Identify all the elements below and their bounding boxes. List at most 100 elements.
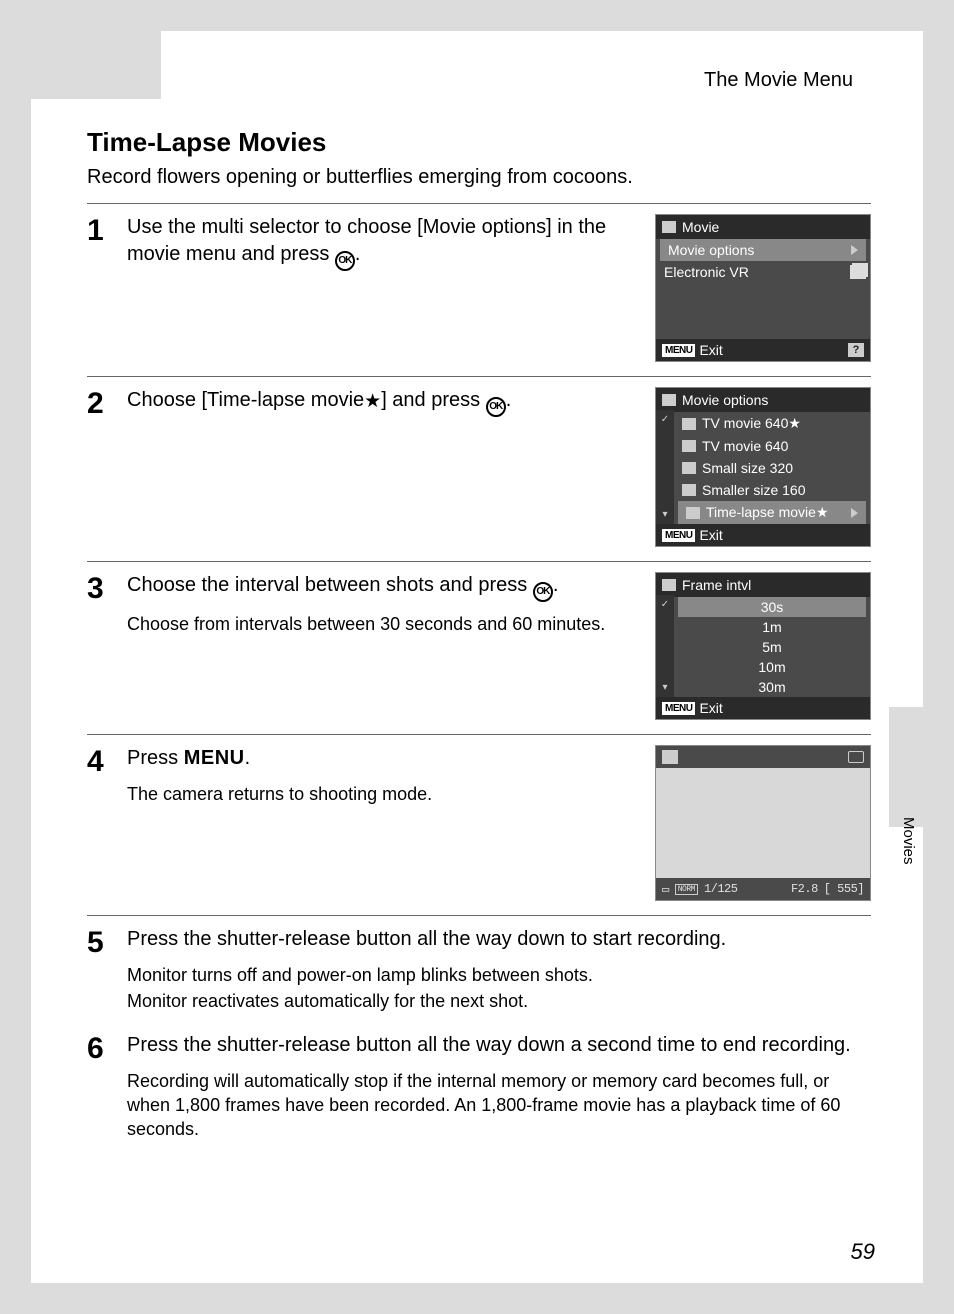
screen-title: Movie options bbox=[682, 392, 768, 408]
page-subtitle: Record flowers opening or butterflies em… bbox=[87, 166, 871, 189]
screen-footer: MENU Exit bbox=[656, 524, 870, 546]
step-number: 6 bbox=[87, 1032, 127, 1064]
ok-icon: OK bbox=[533, 582, 553, 602]
step-6: 6 Press the shutter-release button all t… bbox=[87, 1028, 871, 1156]
screen-header: Movie options bbox=[656, 388, 870, 412]
side-label: Movies bbox=[900, 817, 917, 865]
step-3: 3 Choose the interval between shots and … bbox=[87, 561, 871, 734]
memory-icon bbox=[848, 751, 864, 763]
screen-title: Frame intvl bbox=[682, 577, 751, 593]
text-part: . bbox=[506, 389, 512, 411]
aperture-value: F2.8 bbox=[791, 882, 818, 896]
star-icon: ★ bbox=[364, 391, 381, 412]
shoot-bottom-bar: ▭ NORM 1/125 F2.8 [ 555] bbox=[656, 878, 870, 900]
interval-10m: 10m bbox=[674, 657, 870, 677]
arrow-right-icon bbox=[851, 508, 858, 518]
screen-footer: MENU Exit ? bbox=[656, 339, 870, 361]
option-smaller-160: Smaller size 160 bbox=[674, 479, 870, 501]
option-icon bbox=[682, 462, 696, 474]
text-part: . bbox=[553, 574, 559, 596]
row-label: TV movie 640 bbox=[702, 438, 788, 454]
step-subtext: Monitor turns off and power-on lamp blin… bbox=[127, 963, 871, 987]
camera-screen-movie-options: Movie options ✓ ▾ TV movie 640★ TV movie… bbox=[655, 387, 871, 547]
step-text: Press the shutter-release button all the… bbox=[127, 926, 871, 1014]
interval-30m: 30m bbox=[674, 677, 870, 697]
option-tv-640-star: TV movie 640★ bbox=[674, 412, 870, 435]
exit-label: Exit bbox=[699, 700, 722, 716]
step-5: 5 Press the shutter-release button all t… bbox=[87, 915, 871, 1028]
step-number: 1 bbox=[87, 214, 127, 246]
row-label: Smaller size 160 bbox=[702, 482, 806, 498]
check-icon: ✓ bbox=[661, 599, 669, 610]
down-arrow-icon: ▾ bbox=[662, 682, 667, 693]
top-corner-block bbox=[31, 31, 161, 99]
row-label: Movie options bbox=[668, 242, 754, 258]
text-part: Press bbox=[127, 747, 184, 769]
content: Time-Lapse Movies Record flowers opening… bbox=[87, 127, 871, 1155]
text-part: Choose the interval between shots and pr… bbox=[127, 574, 533, 596]
step-1: 1 Use the multi selector to choose [Movi… bbox=[87, 203, 871, 376]
option-time-lapse: Time-lapse movie★ bbox=[678, 501, 866, 524]
step-text: Choose [Time-lapse movie★] and press OK. bbox=[127, 387, 639, 547]
timelapse-icon bbox=[662, 750, 678, 764]
movie-icon bbox=[662, 579, 676, 591]
step-subtext: Monitor reactivates automatically for th… bbox=[127, 989, 871, 1013]
text-part: Choose [Time-lapse movie bbox=[127, 389, 364, 411]
step-text: Choose the interval between shots and pr… bbox=[127, 572, 639, 720]
step-number: 2 bbox=[87, 387, 127, 419]
page-number: 59 bbox=[851, 1239, 875, 1265]
step-4: 4 Press MENU. The camera returns to shoo… bbox=[87, 734, 871, 915]
step-number: 3 bbox=[87, 572, 127, 604]
menu-row-movie-options: Movie options bbox=[660, 239, 866, 261]
exit-label: Exit bbox=[699, 342, 722, 358]
check-icon: ✓ bbox=[661, 414, 669, 425]
step-text: Use the multi selector to choose [Movie … bbox=[127, 214, 639, 362]
step-number: 4 bbox=[87, 745, 127, 777]
movie-icon bbox=[662, 221, 676, 233]
text-part: . bbox=[355, 243, 361, 265]
step-number: 5 bbox=[87, 926, 127, 958]
option-icon bbox=[682, 440, 696, 452]
ok-icon: OK bbox=[335, 251, 355, 271]
screen-header: Frame intvl bbox=[656, 573, 870, 597]
interval-30s: 30s bbox=[678, 597, 866, 617]
frame-count: [ 555] bbox=[824, 882, 864, 896]
menu-label: MENU bbox=[184, 747, 245, 769]
step-subtext: The camera returns to shooting mode. bbox=[127, 782, 639, 806]
text-part: Press the shutter-release button all the… bbox=[127, 928, 726, 950]
header-section: The Movie Menu bbox=[704, 69, 853, 92]
text-part: Press the shutter-release button all the… bbox=[127, 1034, 851, 1056]
ok-icon: OK bbox=[486, 397, 506, 417]
text-part: ] and press bbox=[381, 389, 486, 411]
camera-screen-shooting: ▭ NORM 1/125 F2.8 [ 555] bbox=[655, 745, 871, 901]
interval-5m: 5m bbox=[674, 637, 870, 657]
row-label: Small size 320 bbox=[702, 460, 793, 476]
interval-1m: 1m bbox=[674, 617, 870, 637]
screen-header: Movie bbox=[656, 215, 870, 239]
exit-label: Exit bbox=[699, 527, 722, 543]
down-arrow-icon: ▾ bbox=[662, 509, 667, 520]
row-label: Time-lapse movie★ bbox=[706, 504, 829, 521]
option-icon bbox=[686, 507, 700, 519]
shutter-value: 1/125 bbox=[704, 882, 738, 896]
camera-screen-frame-intvl: Frame intvl ✓ ▾ 30s 1m 5m 10m 30m MENU bbox=[655, 572, 871, 720]
step-subtext: Recording will automatically stop if the… bbox=[127, 1069, 871, 1142]
row-label: Electronic VR bbox=[664, 264, 749, 280]
option-small-320: Small size 320 bbox=[674, 457, 870, 479]
option-icon bbox=[682, 418, 696, 430]
movie-icon bbox=[662, 394, 676, 406]
side-tab bbox=[889, 707, 923, 827]
norm-badge: NORM bbox=[675, 884, 698, 895]
size-icon: ▭ bbox=[662, 882, 669, 897]
arrow-right-icon bbox=[851, 245, 858, 255]
step-2: 2 Choose [Time-lapse movie★] and press O… bbox=[87, 376, 871, 561]
option-icon bbox=[682, 484, 696, 496]
menu-badge: MENU bbox=[662, 702, 695, 715]
option-icon bbox=[850, 265, 866, 279]
help-icon: ? bbox=[848, 343, 864, 357]
page: The Movie Menu Movies 59 Time-Lapse Movi… bbox=[31, 31, 923, 1283]
page-title: Time-Lapse Movies bbox=[87, 127, 871, 158]
text-part: . bbox=[245, 747, 251, 769]
menu-badge: MENU bbox=[662, 529, 695, 542]
shoot-top-bar bbox=[656, 746, 870, 768]
